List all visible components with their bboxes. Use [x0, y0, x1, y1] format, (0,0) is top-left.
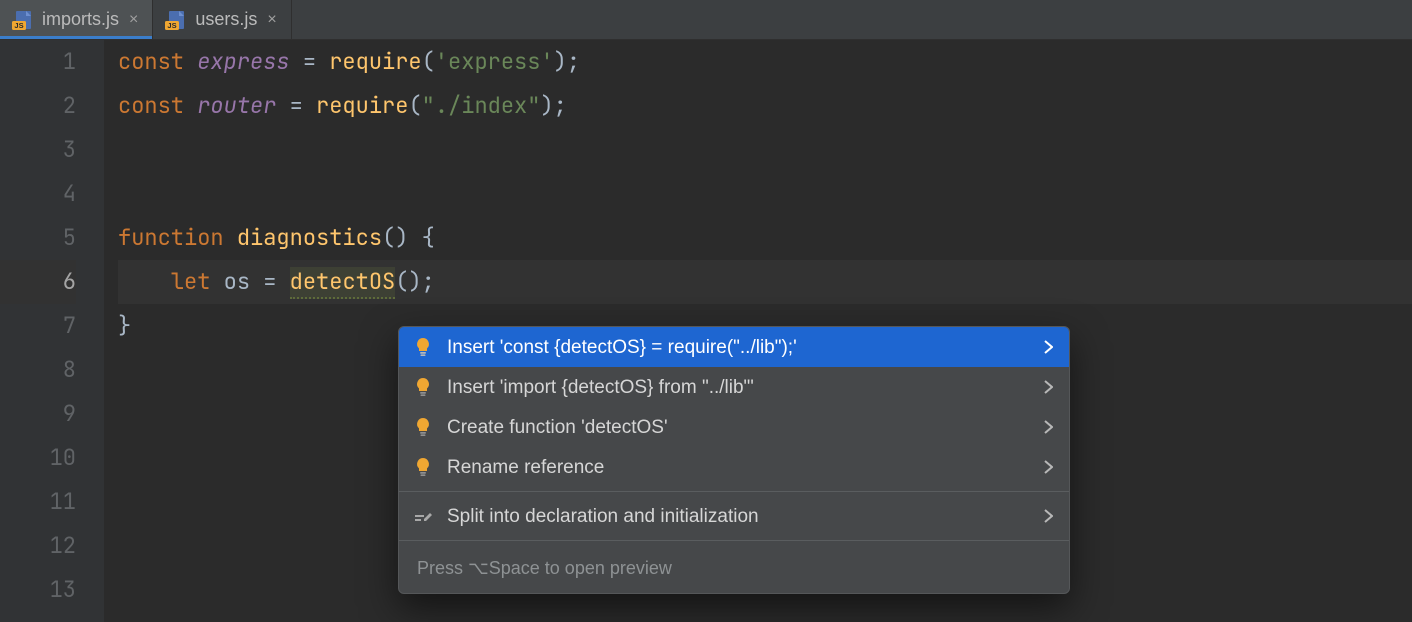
code-line[interactable] — [118, 172, 1412, 216]
lightbulb-icon — [413, 457, 433, 477]
code-line[interactable] — [118, 128, 1412, 172]
intention-item-insert-import[interactable]: Insert 'import {detectOS} from "../lib"' — [399, 367, 1069, 407]
gutter: 1 2 3 4 5 6 7 8 9 10 11 12 13 — [0, 40, 104, 622]
line-number: 11 — [0, 480, 76, 524]
code-line[interactable]: const router = require("./index"); — [118, 84, 1412, 128]
popup-hint: Press ⌥Space to open preview — [399, 545, 1069, 593]
lightbulb-icon — [413, 377, 433, 397]
tab-imports-js[interactable]: JS imports.js × — [0, 0, 153, 39]
intention-item-split-declaration[interactable]: Split into declaration and initializatio… — [399, 496, 1069, 536]
unresolved-symbol[interactable]: detectOS — [290, 267, 396, 299]
pencil-icon — [413, 506, 433, 526]
code-line[interactable]: const express = require('express'); — [118, 40, 1412, 84]
line-number: 13 — [0, 568, 76, 612]
chevron-right-icon — [1044, 380, 1053, 394]
svg-text:JS: JS — [168, 21, 177, 30]
intention-item-insert-require[interactable]: Insert 'const {detectOS} = require("../l… — [399, 327, 1069, 367]
tab-label: imports.js — [42, 9, 119, 30]
lightbulb-icon — [413, 417, 433, 437]
line-number: 8 — [0, 348, 76, 392]
intention-popup: Insert 'const {detectOS} = require("../l… — [398, 326, 1070, 594]
code-line[interactable]: function diagnostics() { — [118, 216, 1412, 260]
intention-item-rename-reference[interactable]: Rename reference — [399, 447, 1069, 487]
svg-text:JS: JS — [14, 21, 23, 30]
tab-label: users.js — [195, 9, 257, 30]
tab-bar: JS imports.js × JS users.js × — [0, 0, 1412, 40]
popup-separator — [399, 491, 1069, 492]
chevron-right-icon — [1044, 340, 1053, 354]
line-number: 4 — [0, 172, 76, 216]
close-icon[interactable]: × — [265, 11, 278, 29]
line-number: 7 — [0, 304, 76, 348]
js-file-icon: JS — [165, 10, 187, 30]
line-number: 12 — [0, 524, 76, 568]
intention-label: Split into declaration and initializatio… — [447, 507, 1030, 526]
line-number: 1 — [0, 40, 76, 84]
tab-users-js[interactable]: JS users.js × — [153, 0, 291, 39]
popup-separator — [399, 540, 1069, 541]
line-number: 10 — [0, 436, 76, 480]
close-icon[interactable]: × — [127, 11, 140, 29]
chevron-right-icon — [1044, 509, 1053, 523]
intention-label: Create function 'detectOS' — [447, 418, 1030, 437]
chevron-right-icon — [1044, 420, 1053, 434]
line-number: 5 — [0, 216, 76, 260]
js-file-icon: JS — [12, 10, 34, 30]
intention-label: Insert 'import {detectOS} from "../lib"' — [447, 378, 1030, 397]
line-number: 3 — [0, 128, 76, 172]
code-line[interactable]: let os = detectOS(); — [118, 260, 1412, 304]
lightbulb-icon — [413, 337, 433, 357]
line-number: 6 — [0, 260, 76, 304]
intention-item-create-function[interactable]: Create function 'detectOS' — [399, 407, 1069, 447]
line-number: 9 — [0, 392, 76, 436]
line-number: 2 — [0, 84, 76, 128]
intention-label: Rename reference — [447, 458, 1030, 477]
chevron-right-icon — [1044, 460, 1053, 474]
intention-label: Insert 'const {detectOS} = require("../l… — [447, 338, 1030, 357]
